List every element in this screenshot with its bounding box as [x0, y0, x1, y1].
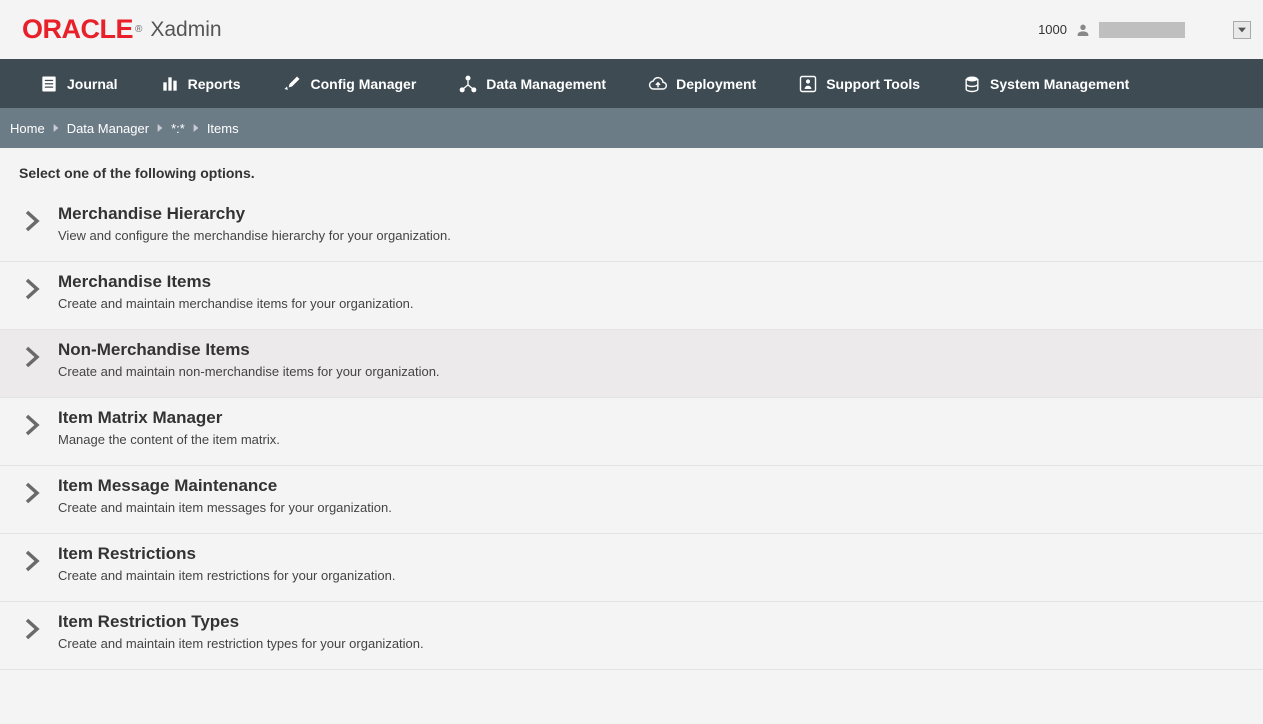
user-icon	[1075, 22, 1091, 38]
option-title: Item Restrictions	[58, 544, 395, 564]
option-text: Item Restriction Types Create and maintai…	[58, 612, 424, 651]
app-name: Xadmin	[150, 18, 221, 42]
chevron-right-icon	[53, 124, 59, 132]
breadcrumb-scope[interactable]: *:*	[171, 121, 185, 136]
breadcrumb-items: Items	[207, 121, 239, 136]
content-area: Select one of the following options. Mer…	[0, 148, 1263, 670]
option-text: Item Matrix Manager Manage the content of…	[58, 408, 280, 447]
option-row[interactable]: Merchandise Hierarchy View and configure …	[0, 194, 1263, 262]
option-title: Item Restriction Types	[58, 612, 424, 632]
nav-system-management[interactable]: System Management	[941, 59, 1150, 108]
nav-journal[interactable]: Journal	[18, 59, 139, 108]
option-desc: Create and maintain item restriction typ…	[58, 636, 424, 651]
user-name-placeholder	[1099, 22, 1185, 38]
chevron-right-icon	[22, 480, 44, 506]
option-title: Item Message Maintenance	[58, 476, 392, 496]
nav-config-manager[interactable]: Config Manager	[261, 59, 437, 108]
chevron-right-icon	[22, 344, 44, 370]
journal-icon	[39, 74, 59, 94]
prompt-text: Select one of the following options.	[0, 148, 1263, 194]
option-desc: Manage the content of the item matrix.	[58, 432, 280, 447]
header-user-area: 1000	[1038, 21, 1251, 39]
option-text: Non-Merchandise Items Create and maintain…	[58, 340, 440, 379]
main-navbar: Journal Reports Config Manager Data Mana…	[0, 59, 1263, 108]
nav-data-management[interactable]: Data Management	[437, 59, 627, 108]
nav-label: Data Management	[486, 76, 606, 92]
option-row[interactable]: Non-Merchandise Items Create and maintain…	[0, 330, 1263, 398]
option-row[interactable]: Item Matrix Manager Manage the content of…	[0, 398, 1263, 466]
options-list: Merchandise Hierarchy View and configure …	[0, 194, 1263, 670]
nav-label: System Management	[990, 76, 1129, 92]
logo-oracle-text: ORACLE	[22, 14, 133, 45]
chevron-right-icon	[193, 124, 199, 132]
option-text: Item Restrictions Create and maintain ite…	[58, 544, 395, 583]
option-title: Item Matrix Manager	[58, 408, 280, 428]
config-icon	[282, 74, 302, 94]
nav-label: Support Tools	[826, 76, 920, 92]
support-icon	[798, 74, 818, 94]
option-text: Merchandise Hierarchy View and configure …	[58, 204, 451, 243]
user-menu-dropdown-button[interactable]	[1233, 21, 1251, 39]
chevron-right-icon	[22, 548, 44, 574]
chevron-right-icon	[22, 276, 44, 302]
nav-label: Deployment	[676, 76, 756, 92]
reports-icon	[160, 74, 180, 94]
system-icon	[962, 74, 982, 94]
chevron-right-icon	[22, 412, 44, 438]
chevron-down-icon	[1238, 27, 1246, 33]
option-row[interactable]: Item Restriction Types Create and maintai…	[0, 602, 1263, 670]
user-number: 1000	[1038, 22, 1067, 37]
option-desc: Create and maintain non-merchandise item…	[58, 364, 440, 379]
chevron-right-icon	[157, 124, 163, 132]
option-title: Non-Merchandise Items	[58, 340, 440, 360]
nav-label: Config Manager	[310, 76, 416, 92]
option-title: Merchandise Items	[58, 272, 414, 292]
nav-reports[interactable]: Reports	[139, 59, 262, 108]
option-row[interactable]: Item Restrictions Create and maintain ite…	[0, 534, 1263, 602]
option-desc: Create and maintain item messages for yo…	[58, 500, 392, 515]
app-header: ORACLE ® Xadmin 1000	[0, 0, 1263, 59]
breadcrumb-data-manager[interactable]: Data Manager	[67, 121, 149, 136]
option-desc: View and configure the merchandise hiera…	[58, 228, 451, 243]
option-text: Merchandise Items Create and maintain mer…	[58, 272, 414, 311]
nav-support-tools[interactable]: Support Tools	[777, 59, 941, 108]
nav-deployment[interactable]: Deployment	[627, 59, 777, 108]
breadcrumb: Home Data Manager *:* Items	[0, 108, 1263, 148]
data-icon	[458, 74, 478, 94]
option-title: Merchandise Hierarchy	[58, 204, 451, 224]
option-desc: Create and maintain item restrictions fo…	[58, 568, 395, 583]
deploy-icon	[648, 74, 668, 94]
logo-registered-mark: ®	[135, 24, 142, 35]
breadcrumb-home[interactable]: Home	[10, 121, 45, 136]
option-desc: Create and maintain merchandise items fo…	[58, 296, 414, 311]
option-row[interactable]: Merchandise Items Create and maintain mer…	[0, 262, 1263, 330]
chevron-right-icon	[22, 616, 44, 642]
option-text: Item Message Maintenance Create and maint…	[58, 476, 392, 515]
option-row[interactable]: Item Message Maintenance Create and maint…	[0, 466, 1263, 534]
nav-label: Journal	[67, 76, 118, 92]
nav-label: Reports	[188, 76, 241, 92]
chevron-right-icon	[22, 208, 44, 234]
